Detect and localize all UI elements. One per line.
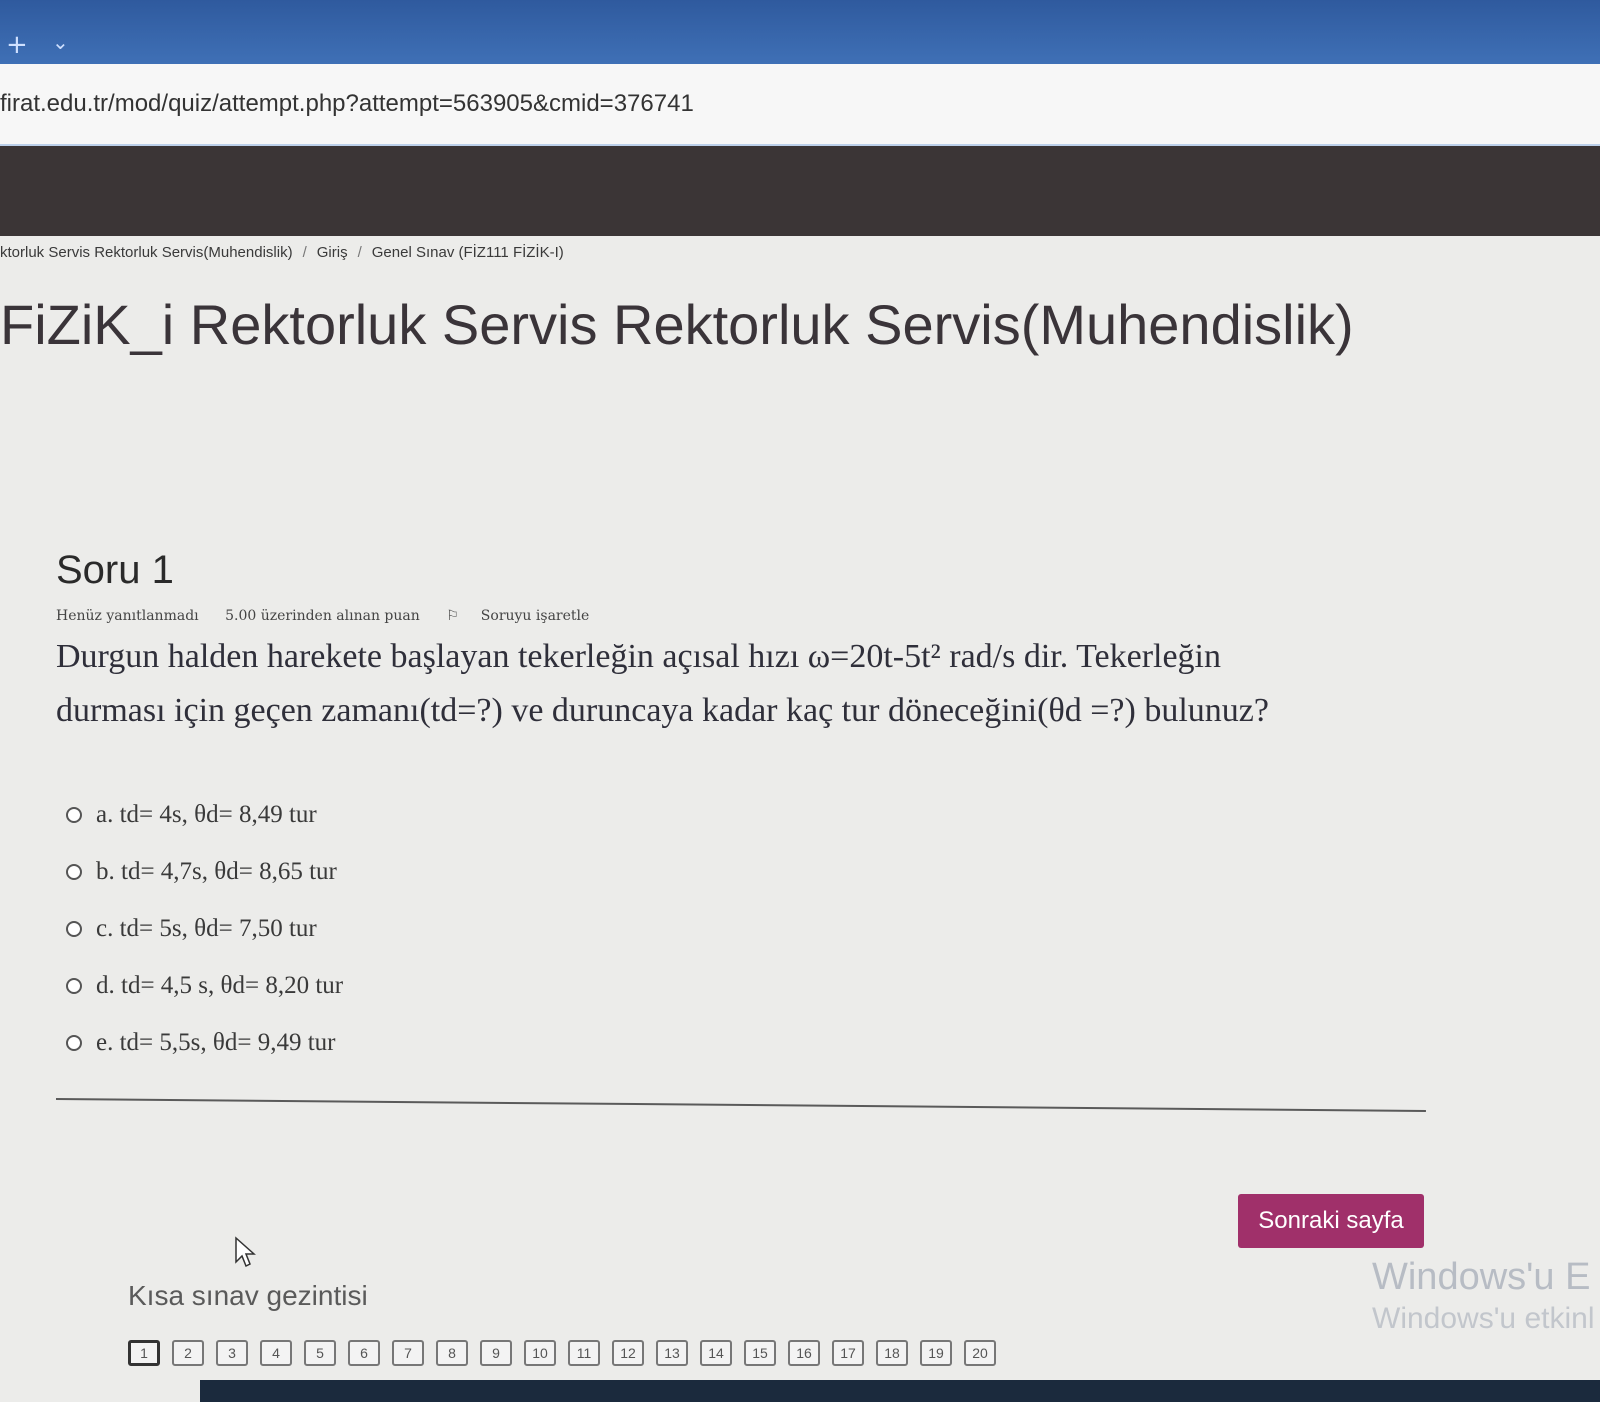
question-text: Durgun halden harekete başlayan tekerleğ… xyxy=(56,630,1436,738)
quiz-nav-button-16[interactable]: 16 xyxy=(788,1340,820,1366)
quiz-navigation: 1 2 3 4 5 6 7 8 9 10 11 12 13 14 15 16 1… xyxy=(128,1340,1008,1366)
quiz-nav-button-5[interactable]: 5 xyxy=(304,1340,336,1366)
flag-icon: ⚐ xyxy=(446,608,459,624)
quiz-nav-button-1[interactable]: 1 xyxy=(128,1340,160,1366)
windows-taskbar xyxy=(200,1380,1600,1402)
quiz-nav-button-14[interactable]: 14 xyxy=(700,1340,732,1366)
question-info: Henüz yanıtlanmadı 5.00 üzerinden alınan… xyxy=(56,608,633,624)
quiz-nav-button-9[interactable]: 9 xyxy=(480,1340,512,1366)
divider xyxy=(55,1098,1426,1112)
flag-question[interactable]: ⚐ Soruyu işaretle xyxy=(446,608,611,624)
quiz-nav-button-12[interactable]: 12 xyxy=(612,1340,644,1366)
quiz-nav-button-11[interactable]: 11 xyxy=(568,1340,600,1366)
address-bar[interactable]: firat.edu.tr/mod/quiz/attempt.php?attemp… xyxy=(0,64,1600,146)
chevron-down-icon[interactable]: ⌄ xyxy=(52,30,69,54)
next-page-button[interactable]: Sonraki sayfa xyxy=(1238,1194,1424,1248)
mouse-cursor-icon xyxy=(235,1236,256,1268)
question-status: Henüz yanıtlanmadı xyxy=(56,608,199,624)
quiz-nav-button-17[interactable]: 17 xyxy=(832,1340,864,1366)
quiz-nav-button-19[interactable]: 19 xyxy=(920,1340,952,1366)
quiz-nav-button-3[interactable]: 3 xyxy=(216,1340,248,1366)
quiz-nav-button-2[interactable]: 2 xyxy=(172,1340,204,1366)
answer-option-label: a. td= 4s, θd= 8,49 tur xyxy=(96,800,317,828)
quiz-nav-button-13[interactable]: 13 xyxy=(656,1340,688,1366)
answer-option-c[interactable]: c. td= 5s, θd= 7,50 tur xyxy=(66,900,343,957)
breadcrumb-giris[interactable]: Giriş xyxy=(317,244,348,261)
question-text-line-1: Durgun halden harekete başlayan tekerleğ… xyxy=(56,638,1221,675)
page-title: FiZiK_i Rektorluk Servis Rektorluk Servi… xyxy=(0,293,1354,356)
answer-option-label: e. td= 5,5s, θd= 9,49 tur xyxy=(96,1028,336,1056)
windows-activation-watermark-sub: Windows'u etkinl xyxy=(1372,1302,1595,1335)
question-text-line-2: durması için geçen zamanı(td=?) ve durun… xyxy=(56,692,1269,729)
quiz-nav-button-20[interactable]: 20 xyxy=(964,1340,996,1366)
radio-button[interactable] xyxy=(66,806,82,823)
radio-button[interactable] xyxy=(66,1034,82,1051)
answer-option-label: c. td= 5s, θd= 7,50 tur xyxy=(96,914,317,942)
answer-option-b[interactable]: b. td= 4,7s, θd= 8,65 tur xyxy=(66,843,343,900)
site-header xyxy=(0,146,1600,236)
quiz-nav-button-15[interactable]: 15 xyxy=(744,1340,776,1366)
breadcrumb: ktorluk Servis Rektorluk Servis(Muhendis… xyxy=(0,244,564,261)
quiz-nav-button-18[interactable]: 18 xyxy=(876,1340,908,1366)
answer-option-label: d. td= 4,5 s, θd= 8,20 tur xyxy=(96,971,344,999)
answer-option-a[interactable]: a. td= 4s, θd= 8,49 tur xyxy=(66,786,343,843)
answer-option-d[interactable]: d. td= 4,5 s, θd= 8,20 tur xyxy=(66,957,343,1014)
answer-options: a. td= 4s, θd= 8,49 tur b. td= 4,7s, θd=… xyxy=(66,786,343,1071)
quiz-nav-button-4[interactable]: 4 xyxy=(260,1340,292,1366)
quiz-nav-button-6[interactable]: 6 xyxy=(348,1340,380,1366)
radio-button[interactable] xyxy=(66,977,82,994)
breadcrumb-course[interactable]: ktorluk Servis Rektorluk Servis(Muhendis… xyxy=(0,244,293,261)
answer-option-label: b. td= 4,7s, θd= 8,65 tur xyxy=(96,857,337,885)
radio-button[interactable] xyxy=(66,920,82,937)
breadcrumb-exam[interactable]: Genel Sınav (FİZ111 FİZİK-I) xyxy=(372,244,564,261)
quiz-nav-button-8[interactable]: 8 xyxy=(436,1340,468,1366)
question-title: Soru 1 xyxy=(56,548,174,592)
flag-question-label: Soruyu işaretle xyxy=(480,608,590,624)
radio-button[interactable] xyxy=(66,863,82,880)
question-points: 5.00 üzerinden alınan puan xyxy=(225,608,420,624)
quiz-nav-button-10[interactable]: 10 xyxy=(524,1340,556,1366)
quiz-navigation-title: Kısa sınav gezintisi xyxy=(128,1280,368,1311)
url-text[interactable]: firat.edu.tr/mod/quiz/attempt.php?attemp… xyxy=(0,90,694,118)
browser-tab-strip: + ⌄ xyxy=(0,0,1600,64)
windows-activation-watermark: Windows'u E xyxy=(1372,1256,1591,1298)
answer-option-e[interactable]: e. td= 5,5s, θd= 9,49 tur xyxy=(66,1014,343,1071)
new-tab-icon[interactable]: + xyxy=(6,30,28,60)
quiz-nav-button-7[interactable]: 7 xyxy=(392,1340,424,1366)
